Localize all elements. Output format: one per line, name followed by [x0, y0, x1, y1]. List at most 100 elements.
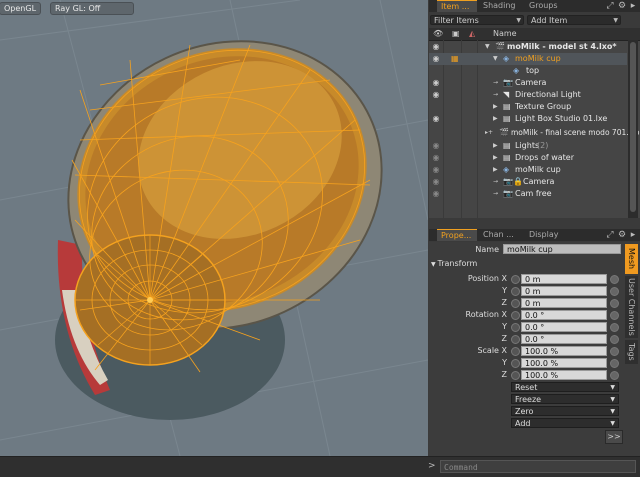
scale-y-field[interactable]: 100.0 %	[521, 358, 607, 368]
opengl-button[interactable]: OpenGL	[0, 2, 42, 15]
expand-arrow-icon[interactable]: →	[493, 188, 498, 200]
tree-row-light-box[interactable]: ◉ ▶ ▤ Light Box Studio 01.lxe	[429, 113, 627, 125]
animate-dot-icon[interactable]	[511, 347, 520, 356]
tree-row-top[interactable]: ◈ top	[429, 65, 627, 77]
expand-arrow-icon[interactable]: →	[493, 89, 498, 101]
position-x-field[interactable]: 0 m	[521, 274, 607, 284]
reset-dot-icon[interactable]	[610, 311, 619, 320]
side-tab-mesh[interactable]: Mesh	[625, 244, 638, 274]
eye-icon[interactable]: ◉	[431, 89, 441, 101]
animate-dot-icon[interactable]	[511, 371, 520, 380]
tree-row-camera-locked[interactable]: ◉ → 📷 🔒 Camera	[429, 176, 627, 188]
animate-dot-icon[interactable]	[511, 275, 520, 284]
tree-row-label: moMilk cup	[515, 165, 561, 174]
zero-dropdown[interactable]: Zero ▼	[511, 406, 619, 416]
item-list-tree[interactable]: 👁 ▣ ◭ Name ◉ ▼ 🎬 moMilk - model st 4.lxo…	[429, 28, 640, 218]
position-y-field[interactable]: 0 m	[521, 286, 607, 296]
tree-row-texture-group[interactable]: ▶ ▤ Texture Group	[429, 101, 627, 113]
eye-icon[interactable]: ◉	[431, 53, 441, 65]
reset-dot-icon[interactable]	[610, 371, 619, 380]
command-input[interactable]: Command	[440, 460, 636, 473]
reset-dot-icon[interactable]	[610, 359, 619, 368]
tree-row-label: Cam free	[515, 189, 552, 198]
visibility-column-icon[interactable]: 👁	[433, 29, 443, 38]
reset-dot-icon[interactable]	[610, 275, 619, 284]
tree-row-momilk-cup[interactable]: ◉ ▶ ◈ moMilk cup	[429, 164, 627, 176]
position-z-field[interactable]: 0 m	[521, 298, 607, 308]
add-item-dropdown[interactable]: Add Item ▼	[527, 15, 621, 25]
panel-menu-icon[interactable]: ▸	[628, 230, 638, 240]
side-tab-user-channels[interactable]: User Channels	[625, 276, 638, 338]
lock-icon[interactable]: ▦	[451, 53, 459, 65]
expand-arrow-icon[interactable]: →	[493, 176, 498, 188]
name-column-header[interactable]: Name	[493, 29, 517, 38]
rotation-z-field[interactable]: 0.0 °	[521, 334, 607, 344]
animate-dot-icon[interactable]	[511, 359, 520, 368]
tree-row-lights[interactable]: ◉ ▶ ▤ Lights (2)	[429, 140, 627, 152]
expand-arrow-icon[interactable]: ▶	[493, 164, 498, 176]
collapse-arrow-icon[interactable]: ▼	[485, 41, 490, 53]
render-column-icon[interactable]: ◭	[469, 29, 475, 38]
expand-arrow-icon[interactable]: ▶	[493, 140, 498, 152]
eye-icon[interactable]: ◉	[431, 140, 441, 152]
tree-scrollbar-thumb[interactable]	[630, 42, 636, 212]
freeze-dropdown[interactable]: Freeze ▼	[511, 394, 619, 404]
animate-dot-icon[interactable]	[511, 323, 520, 332]
tree-row-camera[interactable]: ◉ → 📷 Camera	[429, 77, 627, 89]
filter-items-dropdown[interactable]: Filter Items ▼	[430, 15, 524, 25]
expand-arrow-icon[interactable]: →	[493, 77, 498, 89]
eye-icon[interactable]: ◉	[431, 152, 441, 164]
rotation-y-field[interactable]: 0.0 °	[521, 322, 607, 332]
eye-icon[interactable]: ◉	[431, 77, 441, 89]
expand-arrow-icon[interactable]: ▶	[493, 101, 498, 113]
expand-arrow-icon[interactable]: ▸+	[485, 127, 493, 139]
reset-dot-icon[interactable]	[610, 299, 619, 308]
tree-row-drops-of-water[interactable]: ◉ ▶ ▤ Drops of water	[429, 152, 627, 164]
scale-x-field[interactable]: 100.0 %	[521, 346, 607, 356]
expand-icon[interactable]: ⤢	[605, 1, 615, 11]
tree-row-directional-light[interactable]: ◉ → ◥ Directional Light	[429, 89, 627, 101]
scale-z-field[interactable]: 100.0 %	[521, 370, 607, 380]
tab-item-list[interactable]: Item ...	[437, 0, 477, 12]
animate-dot-icon[interactable]	[511, 287, 520, 296]
tree-row-momilk-cup-selected[interactable]: ◉ ▦ ▼ ◈ moMilk cup	[429, 53, 627, 65]
tab-shading[interactable]: Shading	[479, 0, 525, 12]
3d-viewport[interactable]: OpenGL Ray GL: Off	[0, 0, 428, 456]
more-button[interactable]: >>	[605, 430, 623, 444]
side-tab-tags[interactable]: Tags	[625, 340, 638, 364]
tree-row-cam-free[interactable]: ◉ → 📷 Cam free	[429, 188, 627, 200]
gear-icon[interactable]: ⚙	[617, 1, 627, 11]
gear-icon[interactable]: ⚙	[617, 230, 627, 240]
reset-dot-icon[interactable]	[610, 287, 619, 296]
tab-channels[interactable]: Chan ...	[479, 229, 523, 241]
tab-properties[interactable]: Prope...	[437, 229, 477, 241]
eye-icon[interactable]: ◉	[431, 41, 441, 53]
reset-dropdown[interactable]: Reset ▼	[511, 382, 619, 392]
tree-row-scene-final[interactable]: ▸+ 🎬 moMilk - final scene modo 701.lxo	[429, 127, 640, 139]
add-dropdown[interactable]: Add ▼	[511, 418, 619, 428]
item-name-field[interactable]: moMilk cup	[503, 244, 621, 254]
reset-dot-icon[interactable]	[610, 335, 619, 344]
animate-dot-icon[interactable]	[511, 311, 520, 320]
tab-groups[interactable]: Groups	[525, 0, 571, 12]
tree-row-scene-model[interactable]: ◉ ▼ 🎬 moMilk - model st 4.lxo*	[429, 41, 627, 53]
tree-scrollbar[interactable]	[628, 40, 638, 218]
eye-icon[interactable]: ◉	[431, 164, 441, 176]
tab-display[interactable]: Display	[525, 229, 571, 241]
reset-dot-icon[interactable]	[610, 323, 619, 332]
lock-column-icon[interactable]: ▣	[452, 29, 460, 38]
raygl-toggle[interactable]: Ray GL: Off	[50, 2, 134, 15]
rotation-x-field[interactable]: 0.0 °	[521, 310, 607, 320]
expand-icon[interactable]: ⤢	[605, 230, 615, 240]
reset-dot-icon[interactable]	[610, 347, 619, 356]
panel-menu-icon[interactable]: ▸	[628, 1, 638, 11]
animate-dot-icon[interactable]	[511, 335, 520, 344]
expand-arrow-icon[interactable]: ▶	[493, 152, 498, 164]
eye-icon[interactable]: ◉	[431, 188, 441, 200]
eye-icon[interactable]: ◉	[431, 176, 441, 188]
animate-dot-icon[interactable]	[511, 299, 520, 308]
eye-icon[interactable]: ◉	[431, 113, 441, 125]
collapse-arrow-icon[interactable]: ▼	[493, 53, 498, 65]
expand-arrow-icon[interactable]: ▶	[493, 113, 498, 125]
transform-section-header[interactable]: ▼ Transform	[431, 259, 477, 268]
